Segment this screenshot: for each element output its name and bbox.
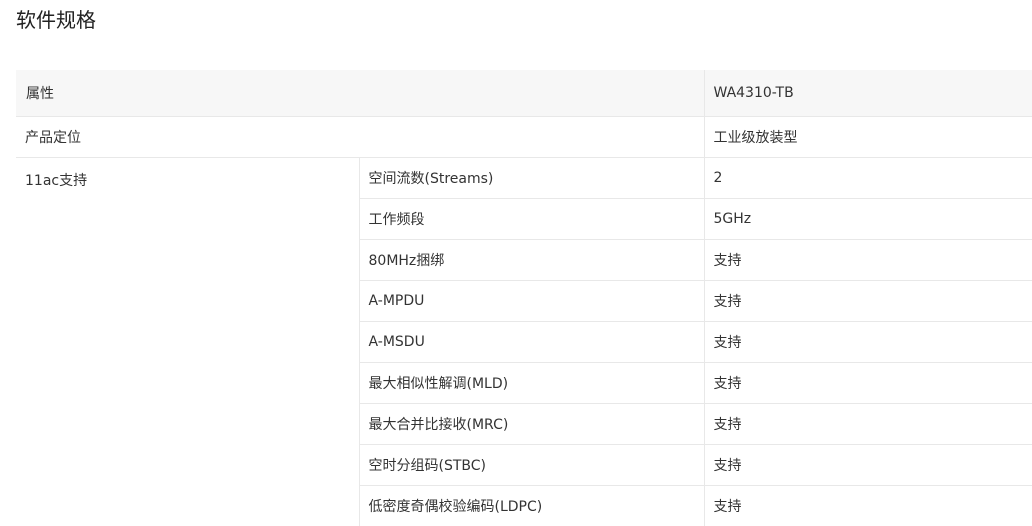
spec-value: 支持 (703, 485, 1032, 526)
spec-name: A-MPDU (358, 280, 704, 322)
spec-name: 80MHz捆绑 (358, 239, 704, 281)
spec-name: 空间流数(Streams) (358, 157, 704, 199)
table-row: 产品定位 工业级放装型 (16, 116, 1032, 158)
spec-name: 空时分组码(STBC) (358, 444, 704, 486)
positioning-value: 工业级放装型 (703, 116, 1032, 158)
spec-table: 属性 WA4310-TB 产品定位 工业级放装型 11ac支持 空间流数(Str… (16, 70, 1032, 526)
attribute-header: 属性 (16, 70, 704, 117)
table-header-row: 属性 WA4310-TB (16, 70, 1032, 117)
spec-value: 5GHz (703, 198, 1032, 240)
model-header: WA4310-TB (703, 70, 1032, 117)
spec-name: 最大相似性解调(MLD) (358, 362, 704, 404)
spec-value: 支持 (703, 280, 1032, 322)
spec-value: 支持 (703, 362, 1032, 404)
spec-value: 支持 (703, 444, 1032, 486)
spec-value: 2 (703, 157, 1032, 199)
page-title: 软件规格 (16, 8, 96, 32)
spec-value: 支持 (703, 239, 1032, 281)
spec-name: A-MSDU (358, 321, 704, 363)
positioning-label: 产品定位 (16, 116, 704, 158)
spec-value: 支持 (703, 403, 1032, 445)
spec-value: 支持 (703, 321, 1032, 363)
spec-name: 低密度奇偶校验编码(LDPC) (358, 485, 704, 526)
table-row: 11ac支持 空间流数(Streams) 2 (16, 157, 1032, 526)
spec-name: 最大合并比接收(MRC) (358, 403, 704, 445)
ac-group-label: 11ac支持 (16, 157, 359, 526)
spec-name: 工作频段 (358, 198, 704, 240)
